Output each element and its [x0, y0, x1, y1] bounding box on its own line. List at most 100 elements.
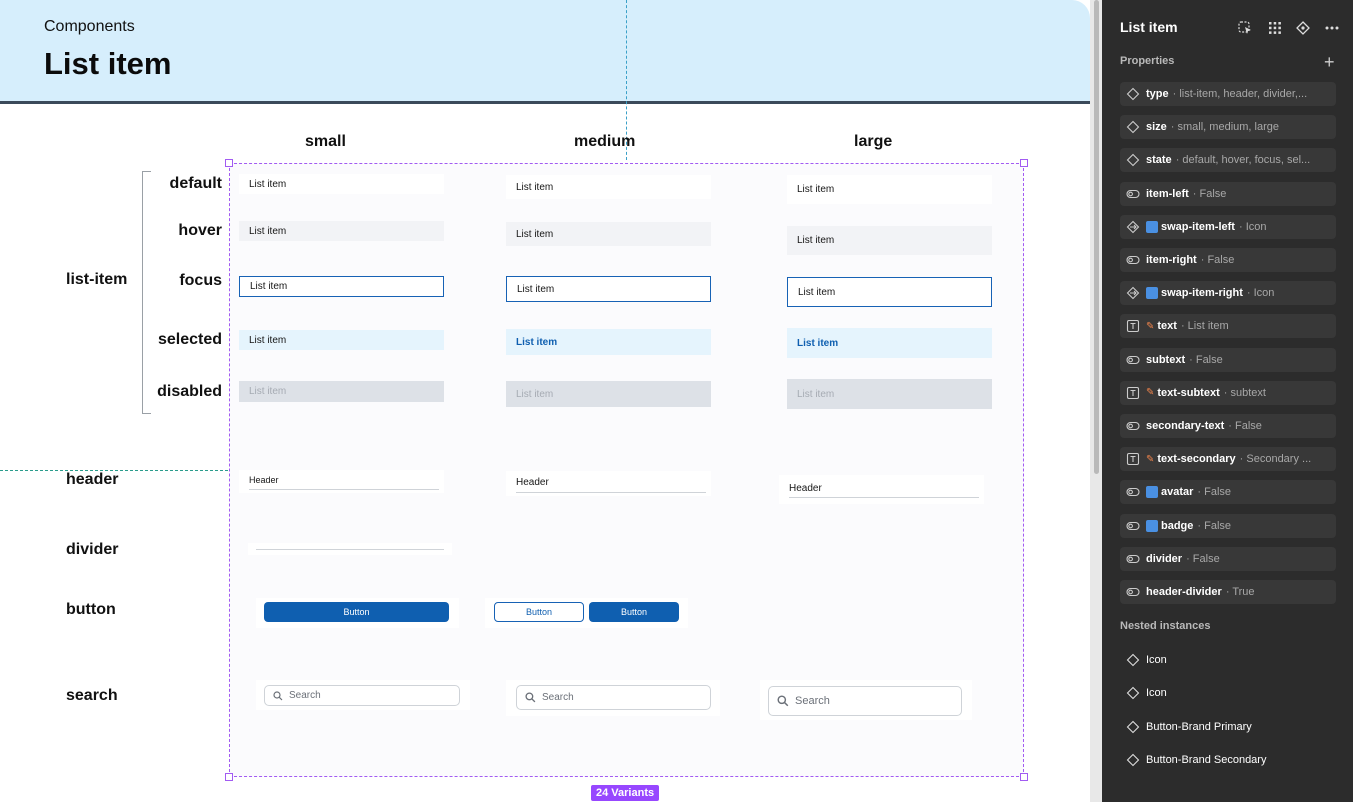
property-swap-item-right[interactable]: swap-item-right · Icon — [1120, 281, 1336, 306]
swap-icon — [1126, 286, 1140, 300]
page-title: List item — [44, 46, 172, 81]
toggle-icon — [1126, 187, 1140, 201]
panel-scrollbar-track[interactable] — [1090, 0, 1102, 802]
design-canvas[interactable]: Components List item small medium large … — [0, 0, 1090, 802]
property-header-divider[interactable]: header-divider · True — [1120, 580, 1336, 604]
component-icon[interactable] — [1295, 20, 1311, 36]
property-name: divider — [1146, 552, 1183, 565]
property-name: item-right — [1146, 254, 1197, 266]
property-divider[interactable]: divider · False — [1120, 546, 1336, 571]
text-icon — [1126, 386, 1140, 400]
list-item-large-hover[interactable]: List item — [787, 226, 992, 255]
button-brand-secondary-medium[interactable]: Button — [494, 602, 584, 622]
property-value: · List item — [1180, 320, 1229, 333]
list-item-small-default[interactable]: List item — [239, 174, 444, 194]
property-name: secondary-text — [1146, 420, 1225, 432]
nested-instance-item[interactable]: Button-Brand Primary — [1120, 715, 1252, 739]
resize-handle[interactable] — [225, 159, 233, 167]
property-value: · False — [1192, 187, 1227, 200]
search-input-medium[interactable]: Search — [516, 685, 711, 710]
properties-section-label: Properties — [1120, 55, 1175, 67]
column-header-medium: medium — [574, 133, 636, 150]
property-text-secondary[interactable]: ✎ text-secondary · Secondary ... — [1120, 447, 1336, 472]
resize-handle[interactable] — [1020, 773, 1028, 781]
property-value: · True — [1225, 586, 1255, 598]
select-matching-icon[interactable] — [1237, 20, 1253, 36]
resize-handle[interactable] — [225, 773, 233, 781]
property-subtext[interactable]: subtext · False — [1120, 347, 1336, 372]
toggle-icon — [1126, 519, 1140, 533]
search-icon — [525, 692, 536, 703]
property-avatar[interactable]: avatar · False — [1120, 480, 1336, 505]
swap-icon — [1126, 220, 1140, 234]
list-item-medium-selected[interactable]: List item — [506, 329, 711, 355]
list-item-large-disabled[interactable]: List item — [787, 379, 992, 409]
property-size[interactable]: size · small, medium, large — [1120, 115, 1336, 140]
property-type[interactable]: type · list-item, header, divider,... — [1120, 82, 1336, 106]
property-value: · subtext — [1223, 386, 1266, 399]
nested-instance-item[interactable]: Icon — [1120, 681, 1167, 705]
nested-instance-label: Button-Brand Primary — [1146, 720, 1252, 733]
toggle-icon — [1126, 353, 1140, 367]
list-item-small-selected[interactable]: List item — [239, 330, 444, 350]
list-item-medium-focus[interactable]: List item — [506, 276, 711, 302]
list-item-medium-hover[interactable]: List item — [506, 222, 711, 246]
header-text: Header — [249, 475, 279, 485]
nested-instance-item[interactable]: Button-Brand Secondary — [1120, 748, 1266, 772]
toggle-icon — [1126, 585, 1140, 599]
property-name: badge — [1161, 519, 1194, 532]
property-state[interactable]: state · default, hover, focus, sel... — [1120, 148, 1336, 173]
search-icon — [273, 690, 283, 700]
instance-swap-badge-icon — [1146, 519, 1158, 532]
search-input-small[interactable]: Search — [264, 685, 460, 706]
list-item-small-disabled[interactable]: List item — [239, 381, 444, 402]
divider-small[interactable] — [248, 543, 452, 555]
variants-badge[interactable]: 24 Variants — [591, 785, 660, 801]
property-secondary-text[interactable]: secondary-text · False — [1120, 414, 1336, 438]
button-brand-primary-medium[interactable]: Button — [589, 602, 679, 622]
list-item-small-hover[interactable]: List item — [239, 221, 444, 241]
list-item-large-focus[interactable]: List item — [787, 277, 992, 307]
toggle-icon — [1126, 253, 1140, 267]
list-item-medium-disabled[interactable]: List item — [506, 381, 711, 407]
search-placeholder: Search — [542, 692, 574, 703]
row-label-divider: divider — [66, 541, 119, 558]
state-label-disabled: disabled — [157, 383, 222, 400]
list-item-large-selected[interactable]: List item — [787, 328, 992, 358]
list-item-small-focus[interactable]: List item — [239, 276, 444, 297]
property-name: item-left — [1146, 187, 1189, 200]
search-input-large[interactable]: Search — [768, 686, 962, 716]
header-medium[interactable]: Header — [506, 471, 711, 496]
canvas-scrollbar[interactable] — [1094, 0, 1099, 474]
text-icon — [1126, 319, 1140, 333]
add-property-icon[interactable]: + — [1324, 52, 1335, 73]
more-options-icon[interactable] — [1324, 20, 1340, 36]
property-name: avatar — [1161, 486, 1194, 499]
button-brand-primary-small[interactable]: Button — [264, 602, 449, 622]
property-item-right[interactable]: item-right · False — [1120, 248, 1336, 272]
property-swap-item-left[interactable]: swap-item-left · Icon — [1120, 214, 1336, 239]
nested-instance-item[interactable]: Icon — [1120, 648, 1167, 672]
grid-icon[interactable] — [1267, 20, 1283, 36]
property-item-left[interactable]: item-left · False — [1120, 181, 1336, 206]
property-name: type — [1146, 88, 1169, 100]
property-value: · Icon — [1246, 287, 1275, 300]
header-small[interactable]: Header — [239, 470, 444, 493]
list-item-large-default[interactable]: List item — [787, 175, 992, 204]
row-label-list-item: list-item — [66, 271, 128, 288]
row-label-search: search — [66, 687, 118, 704]
property-value: · False — [1189, 353, 1223, 366]
property-text[interactable]: ✎ text · List item — [1120, 314, 1336, 339]
property-text-subtext[interactable]: ✎ text-subtext · subtext — [1120, 380, 1336, 405]
header-divider-line — [249, 489, 439, 490]
resize-handle[interactable] — [1020, 159, 1028, 167]
property-value: · default, hover, focus, sel... — [1175, 154, 1311, 167]
property-badge[interactable]: badge · False — [1120, 513, 1336, 538]
header-divider-line — [789, 497, 979, 498]
property-name: swap-item-left — [1161, 220, 1235, 233]
property-value: · Icon — [1238, 220, 1267, 233]
instance-swap-badge-icon — [1146, 287, 1158, 300]
list-item-medium-default[interactable]: List item — [506, 175, 711, 199]
instance-swap-badge-icon — [1146, 486, 1158, 499]
header-large[interactable]: Header — [779, 475, 984, 504]
